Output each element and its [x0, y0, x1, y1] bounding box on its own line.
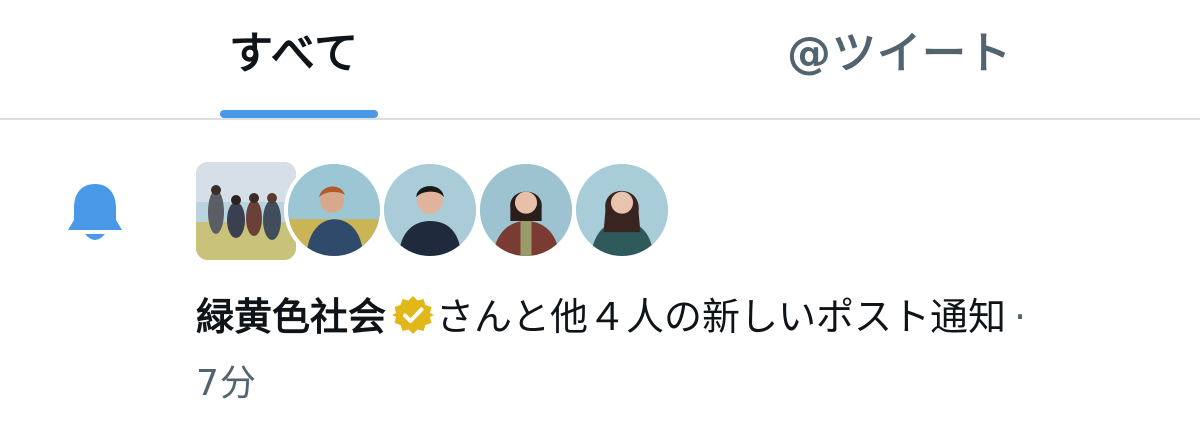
message-text: さんと他４人の新しいポスト通知	[436, 295, 1007, 339]
active-tab-indicator	[220, 110, 378, 118]
avatar-member-2[interactable]	[380, 160, 480, 260]
notification-item[interactable]: 緑黄色社会 さんと他４人の新しいポスト通知 · 7分	[0, 120, 1200, 432]
avatar-member-4[interactable]	[572, 160, 672, 260]
tab-all-label: すべて	[229, 28, 360, 79]
avatar-member-1[interactable]	[284, 160, 384, 260]
tab-mentions[interactable]: @ツイート	[600, 0, 1200, 118]
bell-icon	[68, 184, 122, 240]
timestamp: 7分	[196, 363, 257, 404]
sender-name[interactable]: 緑黄色社会	[196, 295, 386, 339]
separator-dot: ·	[1014, 295, 1027, 339]
notification-message: 緑黄色社会 さんと他４人の新しいポスト通知 ·	[196, 292, 1186, 342]
notification-tabs: すべて @ツイート	[0, 0, 1200, 120]
tab-all[interactable]: すべて	[0, 0, 600, 118]
avatar-stack	[196, 160, 686, 260]
avatar-band-photo[interactable]	[196, 162, 296, 260]
avatar-member-3[interactable]	[476, 160, 576, 260]
verified-gold-icon	[392, 296, 435, 334]
tab-mentions-label: @ツイート	[787, 28, 1012, 79]
